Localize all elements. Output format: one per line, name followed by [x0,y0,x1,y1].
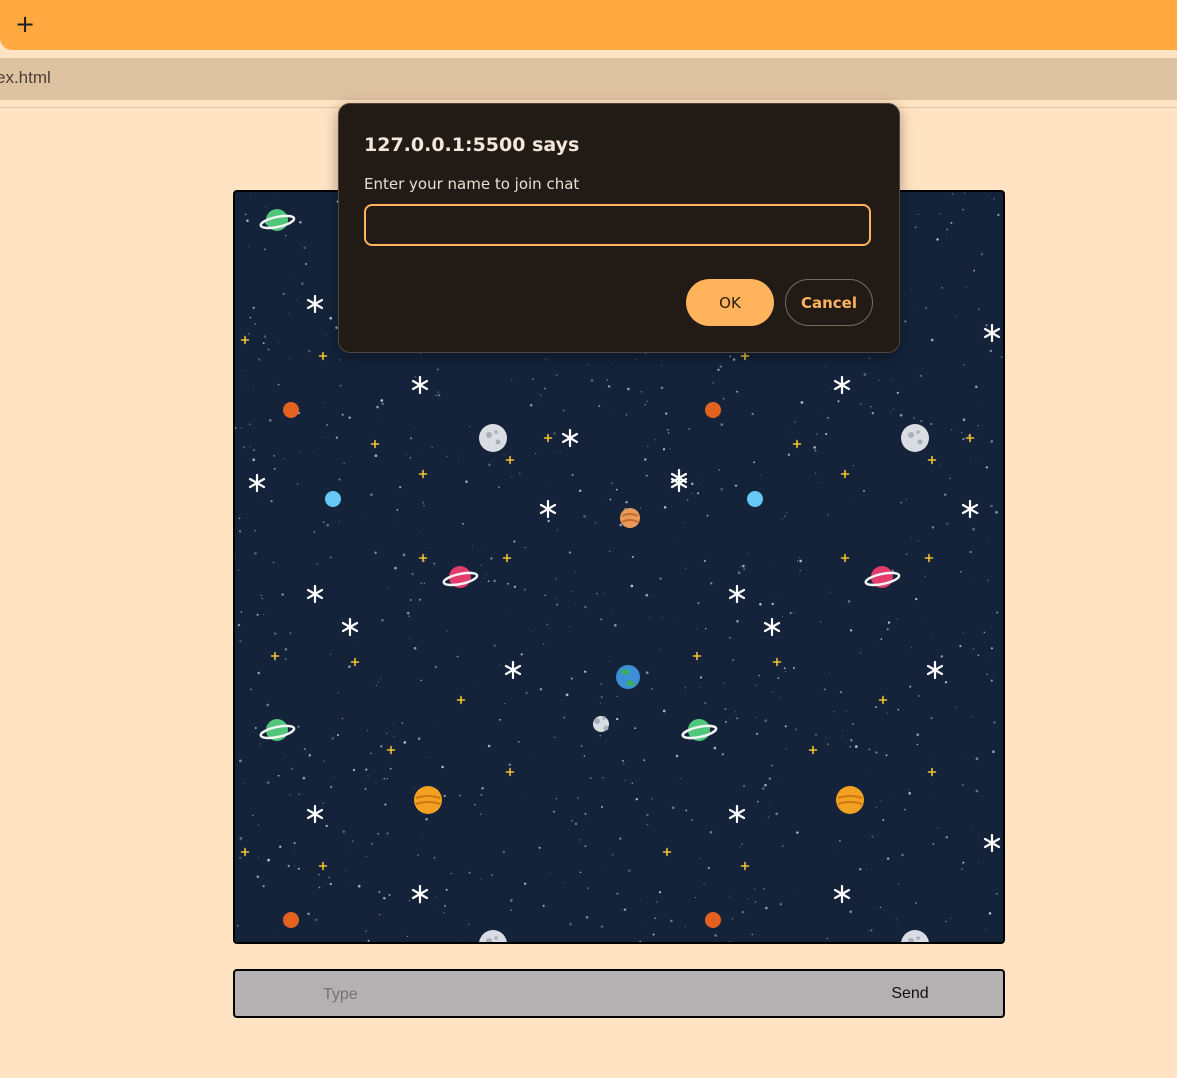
ringed-planet-icon [442,566,479,588]
star-icon [502,553,512,563]
planet-icon [836,786,864,814]
prompt-dialog: 127.0.0.1:5500 says Enter your name to j… [338,103,900,353]
planet-icon [620,508,640,528]
star-icon [924,553,934,563]
star-icon [505,767,515,777]
star-icon [840,553,850,563]
star-icon [662,847,672,857]
star-icon [240,335,250,345]
planet-icon [283,912,299,928]
star-icon [456,695,466,705]
cancel-button[interactable]: Cancel [785,279,873,326]
planet-icon [705,402,721,418]
ringed-planet-icon [259,719,296,741]
sparkle-icon [833,375,851,395]
star-icon [927,767,937,777]
sparkle-icon [248,473,266,493]
star-icon [692,651,702,661]
sparkle-icon [983,323,1001,343]
star-icon [808,745,818,755]
sparkle-icon [961,499,979,519]
planet-icon [414,786,442,814]
star-icon [386,745,396,755]
star-icon [740,351,750,361]
star-icon [418,553,428,563]
ringed-planet-icon [259,209,296,231]
sparkle-icon [926,660,944,680]
dialog-title: 127.0.0.1:5500 says [364,134,580,156]
ringed-planet-icon [681,719,718,741]
dialog-message: Enter your name to join chat [364,175,580,193]
message-bar: Send [233,969,1005,1018]
star-icon [370,439,380,449]
sparkle-icon [341,617,359,637]
ok-button[interactable]: OK [686,279,774,326]
address-bar[interactable]: ex.html [0,58,1177,100]
name-input[interactable] [364,204,871,246]
star-icon [740,861,750,871]
star-icon [318,861,328,871]
star-icon [878,695,888,705]
star-icon [418,469,428,479]
sparkle-icon [728,584,746,604]
sparkle-icon [306,804,324,824]
new-tab-button[interactable]: + [14,8,36,40]
star-icon [318,351,328,361]
moon-icon [901,930,929,942]
sparkle-icon [504,660,522,680]
star-icon [543,433,553,443]
planet-icon [705,912,721,928]
ringed-planet-icon [864,566,901,588]
sparkle-icon [411,375,429,395]
star-icon [772,657,782,667]
sparkle-icon [670,468,688,488]
sparkle-icon [983,833,1001,853]
planet-icon [747,491,763,507]
moon-icon [479,424,507,452]
sparkle-icon [728,804,746,824]
moon-icon [479,930,507,942]
sparkle-icon [411,884,429,904]
sparkle-icon [539,499,557,519]
sparkle-icon [833,884,851,904]
send-button[interactable]: Send [875,977,945,1011]
star-icon [927,455,937,465]
star-icon [270,651,280,661]
sparkle-icon [763,617,781,637]
message-input[interactable] [321,979,845,1011]
sparkle-icon [306,584,324,604]
sparkle-icon [561,428,579,448]
star-icon [505,455,515,465]
url-text[interactable]: ex.html [0,68,51,88]
tab-strip: + [0,0,1177,50]
star-icon [792,439,802,449]
planet-icon [283,402,299,418]
star-icon [240,847,250,857]
star-icon [965,433,975,443]
moon-icon [901,424,929,452]
star-icon [840,469,850,479]
star-icon [350,657,360,667]
sparkle-icon [306,294,324,314]
planet-icon [325,491,341,507]
